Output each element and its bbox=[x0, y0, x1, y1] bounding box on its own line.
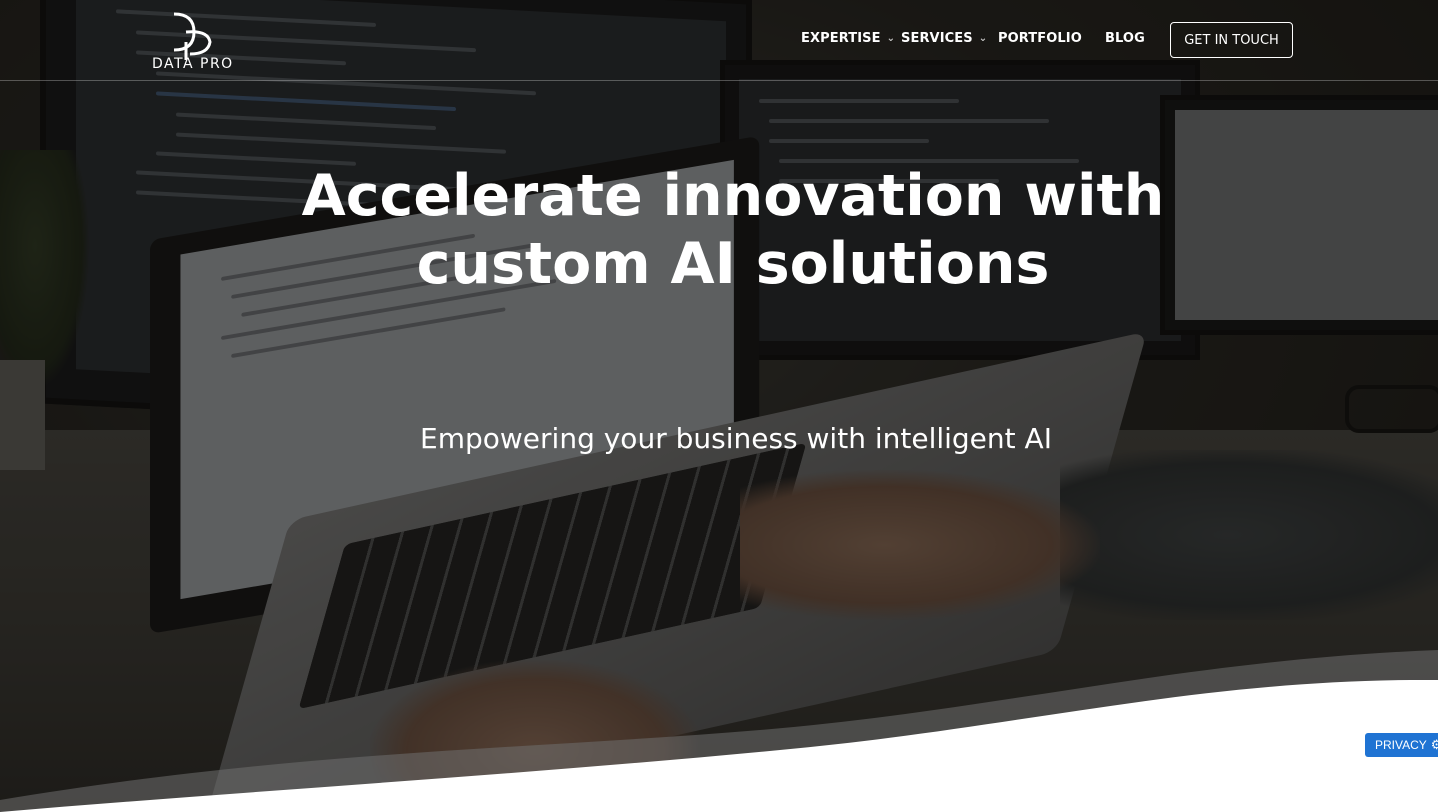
nav-item-portfolio[interactable]: PORTFOLIO bbox=[998, 31, 1082, 46]
nav-item-expertise[interactable]: EXPERTISE ⌄ bbox=[801, 31, 895, 46]
nav-label: EXPERTISE bbox=[801, 31, 881, 46]
logo-text: DATA PRO bbox=[152, 56, 234, 72]
privacy-label: PRIVACY bbox=[1375, 738, 1427, 752]
nav-label: PORTFOLIO bbox=[998, 31, 1082, 46]
nav-item-blog[interactable]: BLOG bbox=[1105, 31, 1145, 46]
site-logo[interactable]: DATA PRO bbox=[150, 10, 234, 74]
nav-label: BLOG bbox=[1105, 31, 1145, 46]
nav-label: SERVICES bbox=[901, 31, 973, 46]
chevron-down-icon: ⌄ bbox=[886, 33, 896, 44]
hero-title-line-2: custom AI solutions bbox=[416, 231, 1050, 297]
privacy-button[interactable]: PRIVACY ⚙ bbox=[1365, 733, 1438, 757]
site-header: DATA PRO EXPERTISE ⌄ SERVICES ⌄ PORTFOLIO … bbox=[0, 0, 1438, 81]
nav-item-services[interactable]: SERVICES ⌄ bbox=[901, 31, 987, 46]
get-in-touch-button[interactable]: GET IN TOUCH bbox=[1170, 22, 1293, 58]
logo-mark-icon bbox=[173, 12, 212, 68]
gear-icon: ⚙ bbox=[1430, 737, 1438, 752]
hero-subtitle: Empowering your business with intelligen… bbox=[420, 422, 1052, 455]
hero-title-line-1: Accelerate innovation with bbox=[301, 163, 1165, 229]
chevron-down-icon: ⌄ bbox=[978, 33, 988, 44]
hero-title: Accelerate innovation with custom AI sol… bbox=[200, 162, 1266, 298]
hero-bottom-wave bbox=[0, 650, 1438, 812]
